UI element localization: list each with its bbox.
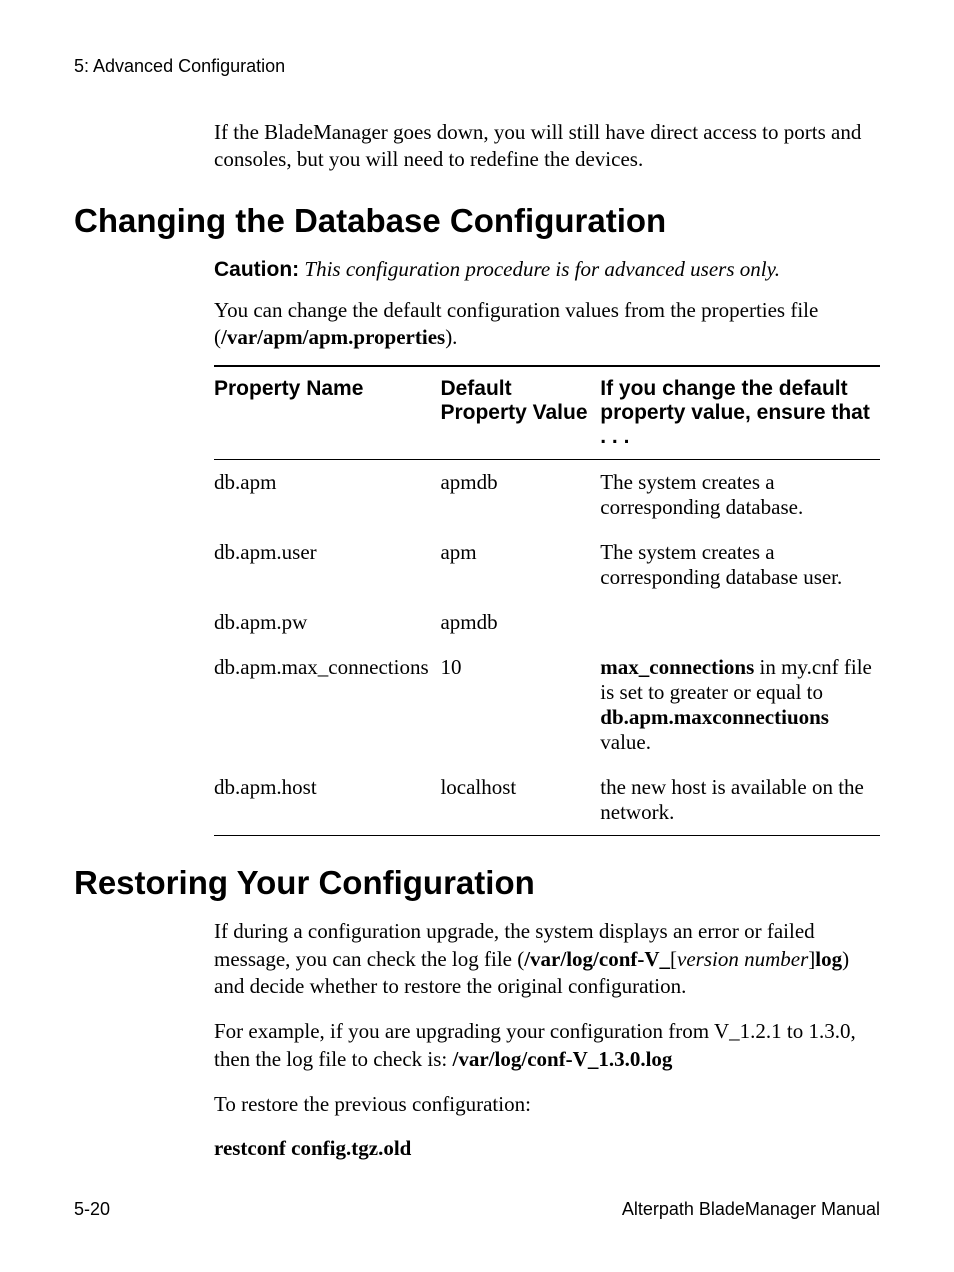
- cell-prop-note: max_connections in my.cnf file is set to…: [600, 645, 880, 765]
- intro-paragraph: If the BladeManager goes down, you will …: [214, 119, 880, 174]
- col-header-property-name: Property Name: [214, 366, 440, 460]
- caution-line: Caution: This configuration procedure is…: [214, 256, 880, 283]
- running-header: 5: Advanced Configuration: [74, 56, 880, 77]
- cell-prop-default: apmdb: [440, 600, 600, 645]
- properties-table: Property Name Default Property Value If …: [214, 365, 880, 836]
- restore-p2: For example, if you are upgrading your c…: [214, 1018, 880, 1073]
- section1-body: Caution: This configuration procedure is…: [214, 256, 880, 837]
- note-bold: max_connections: [600, 655, 754, 679]
- page-number: 5-20: [74, 1199, 110, 1220]
- props-file-paragraph: You can change the default configuration…: [214, 297, 880, 352]
- restore-command: restconf config.tgz.old: [214, 1136, 880, 1161]
- cell-prop-name: db.apm: [214, 460, 440, 531]
- p1-i1: version number: [677, 947, 808, 971]
- caution-label: Caution:: [214, 258, 299, 281]
- cell-prop-name: db.apm.user: [214, 530, 440, 600]
- cell-prop-default: apmdb: [440, 460, 600, 531]
- cell-prop-name: db.apm.max_connections: [214, 645, 440, 765]
- cell-prop-name: db.apm.host: [214, 765, 440, 836]
- cell-prop-note: [600, 600, 880, 645]
- col-header-note: If you change the default property value…: [600, 366, 880, 460]
- table-row: db.apm.max_connections 10 max_connection…: [214, 645, 880, 765]
- table-row: db.apm.user apm The system creates a cor…: [214, 530, 880, 600]
- p1-b2: log: [815, 947, 842, 971]
- section-heading-restore: Restoring Your Configuration: [74, 864, 880, 902]
- cell-prop-default: apm: [440, 530, 600, 600]
- note-text: value.: [600, 730, 651, 754]
- props-path: /var/apm/apm.properties: [221, 325, 445, 349]
- table-row: db.apm.host localhost the new host is av…: [214, 765, 880, 836]
- cell-prop-default: localhost: [440, 765, 600, 836]
- props-suffix: ).: [445, 325, 457, 349]
- restore-p1: If during a configuration upgrade, the s…: [214, 918, 880, 1000]
- p1-t2: [: [670, 947, 677, 971]
- page: 5: Advanced Configuration If the BladeMa…: [0, 0, 954, 1272]
- page-footer: 5-20 Alterpath BladeManager Manual: [74, 1199, 880, 1220]
- table-row: db.apm.pw apmdb: [214, 600, 880, 645]
- intro-block: If the BladeManager goes down, you will …: [214, 119, 880, 174]
- col-header-default-value: Default Property Value: [440, 366, 600, 460]
- cell-prop-name: db.apm.pw: [214, 600, 440, 645]
- restore-p3: To restore the previous configuration:: [214, 1091, 880, 1118]
- cell-prop-note: the new host is available on the network…: [600, 765, 880, 836]
- cell-prop-note: The system creates a corresponding datab…: [600, 530, 880, 600]
- p1-b1: /var/log/conf-V_: [524, 947, 670, 971]
- cell-prop-default: 10: [440, 645, 600, 765]
- table-row: db.apm apmdb The system creates a corres…: [214, 460, 880, 531]
- caution-text: This configuration procedure is for adva…: [304, 257, 780, 281]
- p2-b1: /var/log/conf-V_1.3.0.log: [453, 1047, 673, 1071]
- section2-body: If during a configuration upgrade, the s…: [214, 918, 880, 1161]
- note-bold: db.apm.maxconnectiuons: [600, 705, 829, 729]
- manual-title: Alterpath BladeManager Manual: [622, 1199, 880, 1220]
- section-heading-db-config: Changing the Database Configuration: [74, 202, 880, 240]
- cell-prop-note: The system creates a corresponding datab…: [600, 460, 880, 531]
- table-header-row: Property Name Default Property Value If …: [214, 366, 880, 460]
